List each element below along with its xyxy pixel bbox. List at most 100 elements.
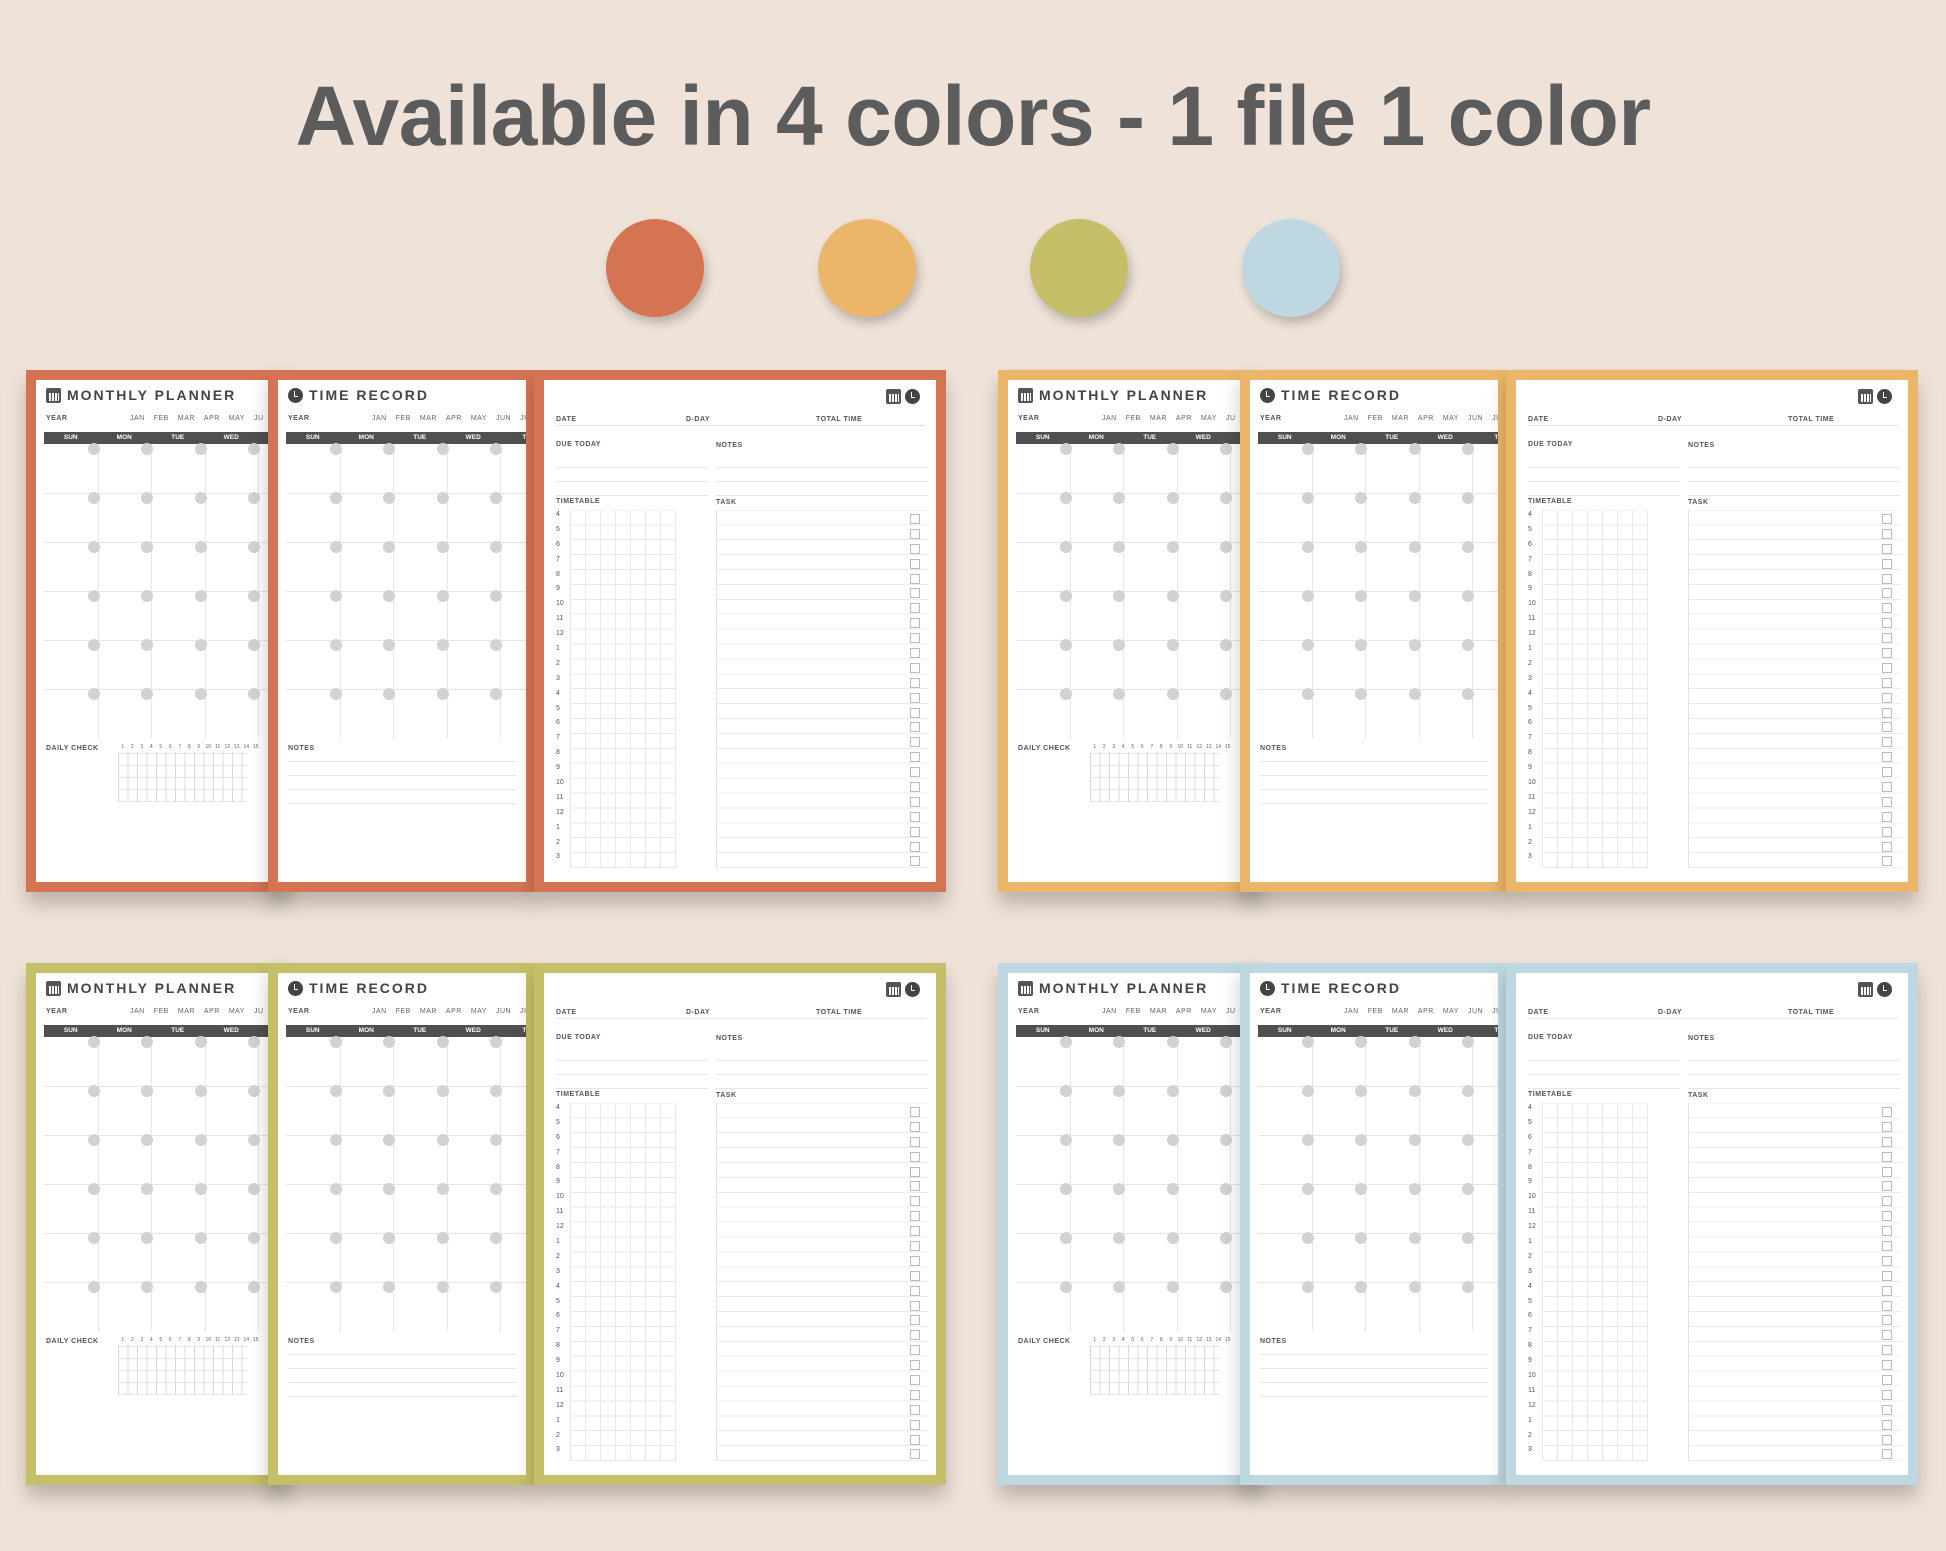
task-checkbox	[1882, 1360, 1892, 1371]
calendar-grid	[1016, 443, 1252, 738]
date-dot	[1462, 639, 1474, 651]
list-item: 1	[121, 1337, 125, 1343]
list-item: SUN	[305, 434, 320, 441]
date-dot	[436, 492, 449, 504]
list-item: 9	[1528, 1178, 1532, 1186]
date-dot	[490, 1281, 502, 1293]
list-item: 8	[556, 1163, 560, 1171]
list-item: APR	[445, 415, 462, 422]
task-checkbox	[1882, 841, 1892, 852]
list-item: 14	[243, 744, 250, 750]
month-row: JAN FEB MAR APR MAY JUN JU	[372, 1008, 530, 1015]
date-dot	[1059, 1085, 1072, 1097]
date-dot	[1166, 443, 1179, 455]
date-dot	[248, 541, 260, 553]
date-dot	[1301, 1281, 1314, 1293]
date-label: DATE	[556, 1009, 577, 1016]
list-item: WED	[223, 434, 239, 441]
planner-set-light-blue: MONTHLY PLANNER YEAR JAN FEB MAR APR MAY JU S…	[998, 963, 1918, 1503]
list-item: 6	[556, 540, 560, 548]
date-dot	[1220, 492, 1232, 504]
planner-set-olive: MONTHLY PLANNER YEAR JAN FEB MAR APR MAY JU S…	[26, 963, 946, 1503]
date-dot	[490, 541, 502, 553]
list-item: 1	[556, 645, 560, 653]
date-dot	[1113, 1232, 1125, 1244]
date-dot	[1355, 1183, 1367, 1195]
list-item: 10	[1528, 779, 1536, 787]
date-dot	[436, 541, 449, 553]
monthly-planner-page: MONTHLY PLANNER YEAR JAN FEB MAR APR MAY JU S…	[26, 370, 290, 892]
task-checkboxes	[1882, 514, 1894, 871]
date-dot	[1462, 590, 1474, 602]
task-checkbox	[1882, 1285, 1892, 1296]
date-dot	[1408, 1134, 1421, 1146]
list-item: TUE	[413, 1027, 427, 1034]
list-item: JU	[520, 1008, 530, 1015]
date-dot	[87, 1134, 100, 1146]
date-dot	[1355, 639, 1367, 651]
list-item: 6	[1140, 1337, 1144, 1343]
total-time-label: TOTAL TIME	[1788, 1009, 1835, 1016]
date-dot	[141, 1036, 153, 1048]
task-checkbox	[1882, 767, 1892, 778]
list-item: 2	[1528, 659, 1532, 667]
list-item: 11	[215, 1337, 221, 1343]
task-checkbox	[910, 1330, 920, 1341]
date-dot	[1113, 492, 1125, 504]
task-checkbox	[910, 1121, 920, 1132]
list-item: MAY	[1200, 1008, 1217, 1015]
timetable-hours: 4 5 6 7 8 9 10 11 12 1 2 3 4 5 6 7 8 9 10 11 12 1 2 3	[1528, 508, 1542, 865]
task-label: TASK	[1688, 499, 1709, 506]
date-dot	[383, 1085, 395, 1097]
task-checkboxes	[910, 514, 922, 871]
date-dot	[1059, 639, 1072, 651]
list-item: 7	[556, 555, 560, 563]
task-checkbox	[1882, 796, 1892, 807]
month-row: JAN FEB MAR APR MAY JUN JU	[1344, 415, 1498, 422]
date-dot	[436, 1183, 449, 1195]
date-dot	[1113, 1036, 1125, 1048]
list-item: 11	[556, 615, 564, 623]
list-item: 11	[1187, 744, 1193, 750]
list-item: 12	[1528, 1401, 1536, 1409]
time-record-page: TIME RECORD YEAR JAN FEB MAR APR MAY JUN JU SU…	[268, 370, 536, 892]
time-record-title: TIME RECORD	[1281, 980, 1401, 996]
list-item: 12	[224, 1337, 231, 1343]
list-item: 6	[168, 744, 172, 750]
date-dot	[383, 1281, 395, 1293]
task-checkbox	[910, 648, 920, 659]
date-dot	[1166, 1036, 1179, 1048]
header-rule	[1528, 425, 1898, 426]
list-item: 8	[556, 1342, 560, 1350]
list-item: 4	[556, 1282, 560, 1290]
date-dot	[87, 688, 100, 700]
list-item: 6	[1528, 1133, 1532, 1141]
list-item: 5	[556, 704, 560, 712]
list-item: JUN	[495, 1008, 512, 1015]
calendar-grid	[44, 443, 280, 738]
list-item: MAR	[419, 1008, 437, 1015]
planner-set-terracotta: MONTHLY PLANNER YEAR JAN FEB MAR APR MAY JU S…	[26, 370, 946, 910]
calendar-icon	[1858, 389, 1873, 404]
due-today-lines	[1528, 454, 1680, 496]
list-item: 12	[556, 1223, 564, 1231]
date-dot	[490, 492, 502, 504]
date-dot	[194, 1085, 207, 1097]
task-checkbox	[1882, 1389, 1892, 1400]
list-item: 8	[187, 744, 191, 750]
list-item: 4	[1528, 1104, 1532, 1111]
list-item: 7	[556, 1148, 560, 1156]
date-dot	[1220, 1085, 1232, 1097]
list-item: 2	[556, 838, 560, 846]
daily-check-grid	[1090, 1345, 1220, 1395]
date-dot	[1408, 688, 1421, 700]
date-dot	[1220, 1183, 1232, 1195]
task-checkbox	[1882, 662, 1892, 673]
date-dot	[383, 639, 395, 651]
list-item: MAY	[228, 1008, 245, 1015]
date-dot	[248, 1183, 260, 1195]
calendar-icon	[46, 981, 61, 996]
month-row: JAN FEB MAR APR MAY JUN JU	[1344, 1008, 1498, 1015]
list-item: 9	[197, 744, 201, 750]
date-dot	[1355, 688, 1367, 700]
